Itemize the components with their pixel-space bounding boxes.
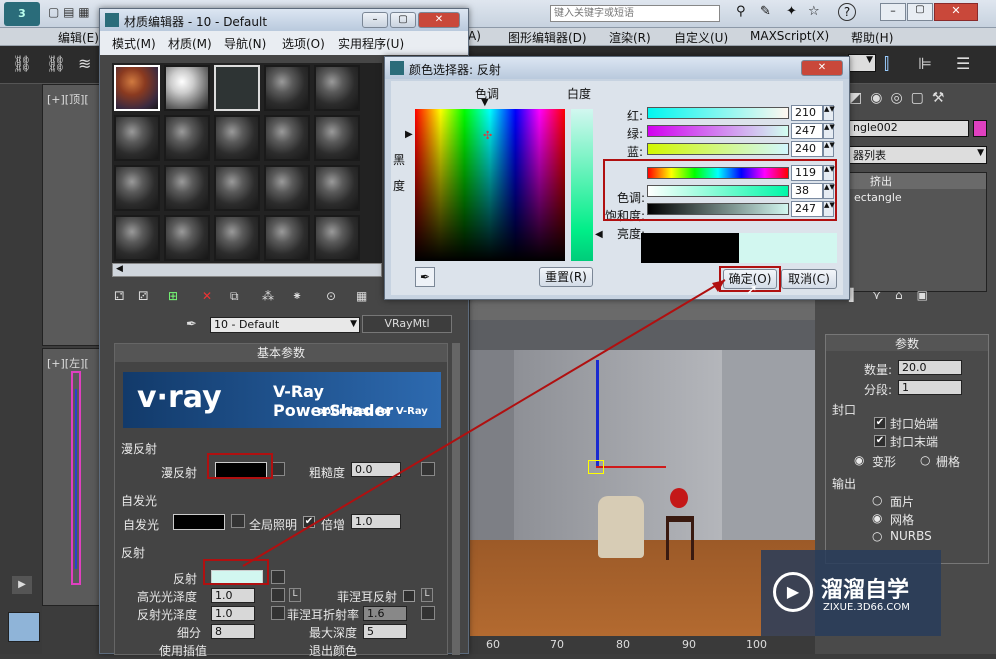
watermark-url: ZIXUE.3D66.COM — [823, 602, 910, 613]
watermark-logo-icon: ▶ — [773, 572, 813, 612]
watermark: ▶ 溜溜自学 ZIXUE.3D66.COM — [761, 550, 941, 636]
mouse-cursor-icon: ➚ — [746, 282, 758, 298]
annotation-arrow-line — [242, 279, 726, 567]
watermark-brand: 溜溜自学 — [821, 578, 910, 603]
